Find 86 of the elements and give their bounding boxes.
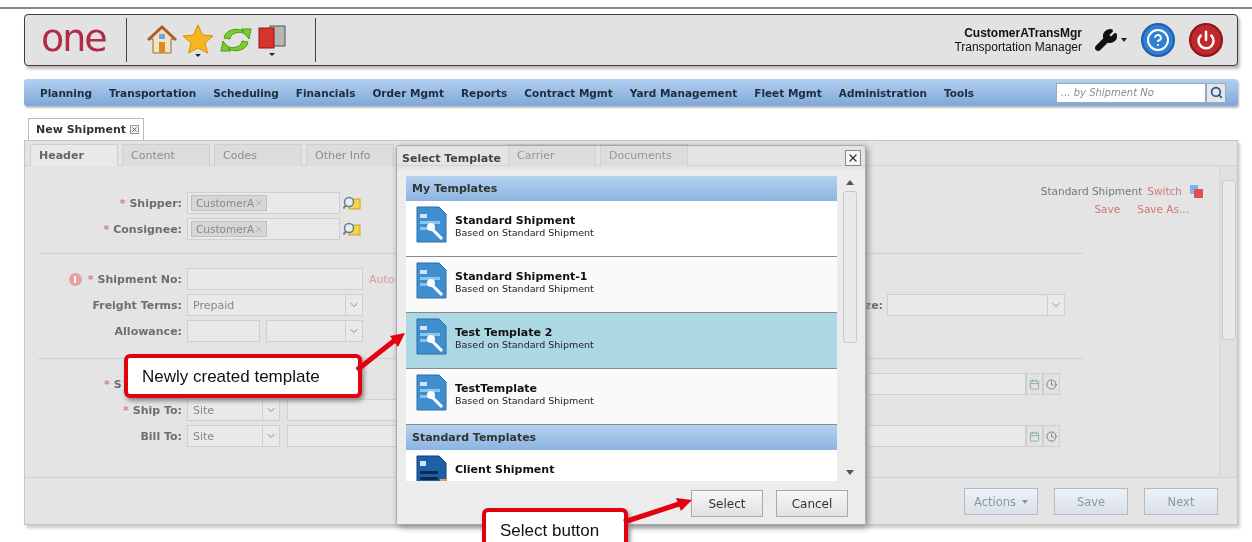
caret-icon[interactable] [1121,38,1127,42]
select-button[interactable]: Select [691,490,763,517]
date-field[interactable] [866,373,1026,395]
calendar-icon[interactable] [1026,425,1043,447]
scroll-down-icon[interactable] [846,470,854,475]
nav-item[interactable]: Reports [460,86,508,99]
cancel-button[interactable]: Cancel [776,490,848,517]
template-item[interactable]: TestTemplate Based on Standard Shipment [406,369,838,425]
callout-arrow [623,498,692,525]
page-tab[interactable]: New Shipment [28,118,145,140]
nav-item[interactable]: Contract Mgmt [524,86,613,99]
field-label: Freight Terms: [92,298,182,312]
input-field[interactable] [187,320,260,342]
callout-arrow [355,333,405,372]
input-field[interactable] [187,268,363,290]
template-title: Client Shipment [455,463,555,476]
nav-item[interactable]: Order Mgmt [372,86,444,99]
field-label: ze: [864,298,883,312]
document-icon [416,455,447,481]
nav-item[interactable]: Financials [295,86,356,99]
dialog-title: Select Template [402,151,501,165]
home-icon[interactable] [146,24,177,56]
chip-text: CustomerA [196,197,255,209]
template-item[interactable]: Test Template 2 Based on Standard Shipment [406,313,838,369]
power-icon[interactable] [1189,23,1223,57]
logo[interactable]: one [41,19,106,61]
template-icon [416,318,447,355]
callout: Newly created template [124,354,362,398]
template-icon [416,206,447,243]
section-header: My Templates [406,176,838,201]
lookup-icon[interactable] [343,221,361,237]
nav-item[interactable]: Transportation [108,86,197,99]
template-icon [416,262,447,299]
callout: Select button [482,508,628,542]
required-mark: * [123,403,129,417]
nav-item[interactable]: Planning [40,86,92,99]
template-subtitle: Based on Standard Shipment [455,395,594,406]
template-title: Standard Shipment [455,214,577,227]
scrollbar[interactable] [1219,166,1237,477]
field-label: Allowance: [114,324,182,338]
search-button[interactable] [1206,82,1226,103]
select-field[interactable] [887,294,1065,316]
field-label: S [113,377,122,391]
template-name: Standard Shipment [1040,184,1143,199]
required-mark: * [104,377,110,391]
settings-icon[interactable] [1094,28,1118,52]
help-icon[interactable] [1141,23,1175,57]
field-label: Bill To: [140,429,182,443]
required-mark: * [87,272,94,286]
lookup-icon[interactable] [343,195,361,211]
field-label: Shipper: [129,196,182,210]
user-role: Transportation Manager [954,40,1082,54]
calendar-icon[interactable] [1026,373,1043,395]
chip-text: CustomerA [196,223,255,235]
caret-icon [1022,499,1028,504]
template-title: Test Template 2 [455,326,554,339]
field-label: Shipment No: [97,272,182,286]
template-icon [416,374,447,411]
nav-item[interactable]: Fleet Mgmt [754,86,822,99]
required-mark: * [119,196,126,210]
user-name: CustomerATransMgr [963,26,1082,40]
close-icon[interactable] [130,125,140,134]
required-mark: * [103,222,110,236]
nav-item[interactable]: Scheduling [213,86,279,99]
template-item[interactable]: Standard Shipment-1 Based on Standard Shipment [406,257,838,313]
template-subtitle: Based on Standard Shipment [455,283,594,294]
template-icon[interactable] [1190,184,1203,198]
search-field[interactable]: ... by Shipment No [1056,82,1206,103]
select-field[interactable] [266,320,363,342]
nav-item[interactable]: Administration [838,86,927,99]
template-subtitle: Based on Standard Shipment [455,339,594,350]
nav-item[interactable]: Yard Management [629,86,738,99]
field-label: Consignee: [113,222,182,236]
star-icon[interactable] [180,23,215,57]
scroll-up-icon[interactable] [846,180,854,185]
clock-icon[interactable] [1043,373,1060,395]
date-field[interactable] [866,425,1026,447]
template-title: TestTemplate [455,382,539,395]
nav-item[interactable]: Tools [943,86,974,99]
field-label: Ship To: [132,403,182,417]
template-title: Standard Shipment-1 [455,270,589,283]
clock-icon[interactable] [1043,425,1060,447]
section-header: Standard Templates [406,425,838,450]
template-subtitle: Based on Standard Shipment [455,227,594,238]
form-tab[interactable]: Header [30,144,118,166]
language-icon[interactable] [256,23,287,57]
